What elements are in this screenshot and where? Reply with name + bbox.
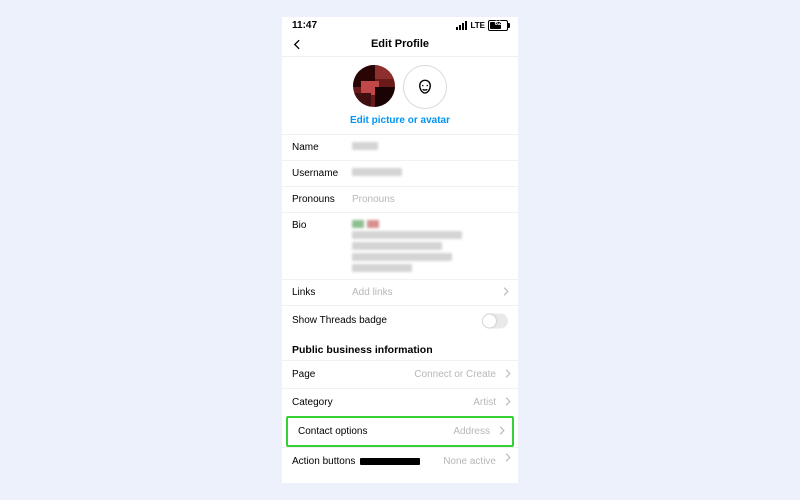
pronouns-placeholder: Pronouns (352, 194, 508, 205)
action-buttons-label: Action buttons (292, 456, 355, 467)
name-label: Name (292, 142, 352, 153)
contact-options-row[interactable]: Contact options Address (288, 418, 512, 445)
bio-row[interactable]: Bio (282, 212, 518, 279)
action-buttons-redaction (360, 458, 420, 465)
back-button[interactable] (288, 35, 306, 53)
links-row[interactable]: Links Add links (282, 279, 518, 305)
page-value: Connect or Create (414, 369, 508, 380)
business-section-heading: Public business information (282, 335, 518, 360)
page-label: Page (292, 369, 315, 380)
pronouns-row[interactable]: Pronouns Pronouns (282, 186, 518, 212)
bio-value-redacted (352, 220, 508, 272)
battery-icon: 62 (488, 20, 508, 31)
name-row[interactable]: Name (282, 134, 518, 160)
status-bar: 11:47 LTE 62 (282, 17, 518, 32)
avatar-option[interactable] (403, 65, 447, 109)
threads-badge-row: Show Threads badge (282, 305, 518, 335)
page-title: Edit Profile (371, 38, 429, 50)
links-placeholder: Add links (352, 287, 508, 298)
profile-picture[interactable] (353, 65, 395, 107)
action-buttons-row[interactable]: Action buttons None active (282, 447, 518, 469)
chevron-left-icon (291, 38, 304, 51)
links-label: Links (292, 287, 352, 298)
avatar-row (282, 57, 518, 113)
threads-toggle[interactable] (482, 313, 508, 328)
contact-options-label: Contact options (298, 426, 368, 437)
avatar-face-icon (416, 78, 434, 96)
action-buttons-value: None active (443, 456, 508, 467)
username-value-redacted (352, 168, 402, 176)
page-row[interactable]: Page Connect or Create (282, 360, 518, 388)
header-bar: Edit Profile (282, 32, 518, 57)
category-row[interactable]: Category Artist (282, 388, 518, 416)
phone-frame: 11:47 LTE 62 Edit Profile Edit pict (282, 17, 518, 483)
pronouns-label: Pronouns (292, 194, 352, 205)
chevron-right-icon (504, 368, 512, 381)
username-row[interactable]: Username (282, 160, 518, 186)
network-label: LTE (470, 21, 485, 30)
contact-options-value: Address (453, 426, 502, 437)
edit-picture-link[interactable]: Edit picture or avatar (282, 113, 518, 134)
chevron-right-icon (498, 425, 506, 438)
clock: 11:47 (292, 20, 317, 31)
threads-label: Show Threads badge (292, 315, 508, 326)
category-label: Category (292, 397, 333, 408)
username-label: Username (292, 168, 352, 179)
category-value: Artist (473, 397, 508, 408)
contact-options-highlight: Contact options Address (286, 416, 514, 447)
signal-icon (456, 21, 467, 30)
name-value-redacted (352, 142, 378, 150)
bio-label: Bio (292, 220, 352, 231)
chevron-right-icon (504, 396, 512, 409)
chevron-right-icon (502, 286, 510, 299)
chevron-right-icon (504, 452, 512, 465)
